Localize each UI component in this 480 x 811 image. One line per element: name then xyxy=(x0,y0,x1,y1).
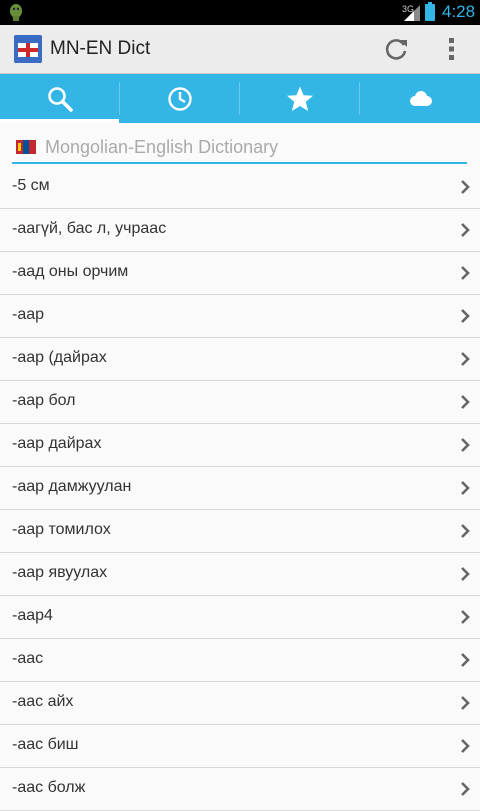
app-title: MN-EN Dict xyxy=(50,38,151,59)
list-item[interactable]: -5 см xyxy=(0,166,480,209)
chevron-right-icon xyxy=(461,567,470,581)
tab-history[interactable] xyxy=(120,74,239,123)
list-item-label: -аар томилох xyxy=(12,521,111,538)
list-item[interactable]: -аас айх xyxy=(0,682,480,725)
chevron-right-icon xyxy=(461,266,470,280)
status-bar: 3G 4:28 xyxy=(0,0,480,25)
list-item[interactable]: -аар дайрах xyxy=(0,424,480,467)
chevron-right-icon xyxy=(461,524,470,538)
chevron-right-icon xyxy=(461,352,470,366)
search-icon xyxy=(47,86,73,112)
list-item-label: -5 см xyxy=(12,177,50,194)
list-item[interactable]: -аар дамжуулан xyxy=(0,467,480,510)
list-item-label: -аад оны орчим xyxy=(12,263,129,280)
clock-time: 4:28 xyxy=(442,2,476,21)
list-item[interactable]: -аас биш xyxy=(0,725,480,768)
signal-icon xyxy=(404,5,420,21)
list-item-label: -аас биш xyxy=(12,736,79,753)
list-item-label: -аар xyxy=(12,306,45,323)
list-item-label: -аар бол xyxy=(12,392,76,409)
list-item-label: -аар дамжуулан xyxy=(12,478,132,495)
overflow-menu-icon xyxy=(449,38,454,60)
chevron-right-icon xyxy=(461,180,470,194)
list-item[interactable]: -аар явуулах xyxy=(0,553,480,596)
history-clock-icon xyxy=(167,86,192,111)
mongolia-flag-icon xyxy=(16,140,36,154)
chevron-right-icon xyxy=(461,438,470,452)
list-item-label: -аас xyxy=(12,650,44,667)
tab-bar xyxy=(0,74,480,123)
selected-tab-indicator xyxy=(0,119,119,123)
android-notification-icon xyxy=(10,4,22,21)
chevron-right-icon xyxy=(461,696,470,710)
chevron-right-icon xyxy=(461,739,470,753)
list-item[interactable]: -аад оны орчим xyxy=(0,252,480,295)
chevron-right-icon xyxy=(461,309,470,323)
list-item[interactable]: -аас болж xyxy=(0,768,480,811)
list-item-label: -аар дайрах xyxy=(12,435,102,452)
list-item[interactable]: -аар томилох xyxy=(0,510,480,553)
action-bar: MN-EN Dict xyxy=(0,25,480,74)
chevron-right-icon xyxy=(461,653,470,667)
gb-flag-app-logo xyxy=(14,35,42,63)
search-field xyxy=(12,134,467,164)
list-item-label: -аар (дайрах xyxy=(12,349,107,366)
list-item[interactable]: -аар (дайрах xyxy=(0,338,480,381)
chevron-right-icon xyxy=(461,223,470,237)
star-icon xyxy=(286,86,313,111)
overflow-menu-button[interactable] xyxy=(430,25,474,73)
chevron-right-icon xyxy=(461,610,470,624)
cloud-icon xyxy=(410,90,432,106)
battery-icon xyxy=(425,2,435,21)
search-input[interactable] xyxy=(45,134,465,160)
list-item-label: -аас айх xyxy=(12,693,74,710)
refresh-button[interactable] xyxy=(372,25,420,73)
list-item[interactable]: -аагүй, бас л, учраас xyxy=(0,209,480,252)
list-item[interactable]: -аар xyxy=(0,295,480,338)
entry-list: -5 см -аагүй, бас л, учраас -аад оны орчим… xyxy=(0,166,480,811)
chevron-right-icon xyxy=(461,782,470,796)
list-item-label: -аар4 xyxy=(12,607,53,624)
refresh-icon xyxy=(385,39,407,60)
list-item-label: -аар явуулах xyxy=(12,564,108,581)
list-item-label: -аагүй, бас л, учраас xyxy=(12,220,167,237)
tab-cloud[interactable] xyxy=(360,74,480,123)
chevron-right-icon xyxy=(461,481,470,495)
list-item[interactable]: -аас xyxy=(0,639,480,682)
chevron-right-icon xyxy=(461,395,470,409)
list-item[interactable]: -аар4 xyxy=(0,596,480,639)
list-item-label: -аас болж xyxy=(12,779,86,796)
tab-search[interactable] xyxy=(0,74,119,123)
list-item[interactable]: -аар бол xyxy=(0,381,480,424)
tab-favorites[interactable] xyxy=(240,74,359,123)
